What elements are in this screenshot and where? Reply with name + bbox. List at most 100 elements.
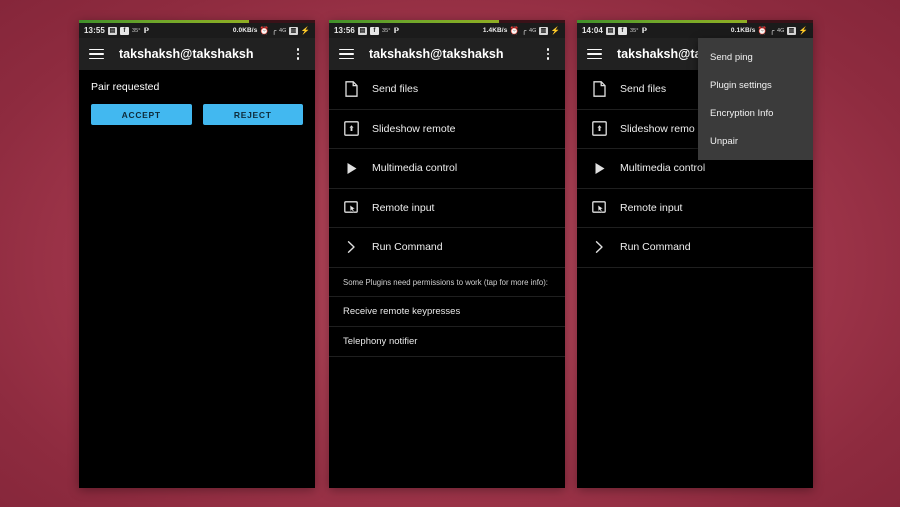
app-bar: takshaksh@takshaksh	[329, 38, 565, 70]
pair-request-panel: Pair requested ACCEPT REJECT	[79, 70, 315, 125]
chevron-right-icon	[591, 239, 608, 256]
permission-row-receive-remote-keypresses[interactable]: Receive remote keypresses	[329, 296, 565, 326]
4g-icon: 4G	[279, 27, 287, 34]
screen-body: Send files Slideshow remote Multimedia c…	[329, 70, 565, 488]
facebook-icon: f	[617, 26, 627, 35]
chevron-right-icon	[343, 239, 360, 256]
pair-request-buttons: ACCEPT REJECT	[91, 104, 303, 125]
touchpad-cursor-icon	[591, 199, 608, 216]
presentation-icon	[591, 120, 608, 137]
notification-progress-strip	[329, 20, 565, 23]
parking-icon: 𝗣	[641, 26, 648, 35]
facebook-icon: f	[119, 26, 129, 35]
sim2-icon: ▥	[787, 26, 797, 35]
facebook-icon: f	[369, 26, 379, 35]
app-bar: takshaksh@takshaksh	[79, 38, 315, 70]
pair-request-message: Pair requested	[91, 81, 160, 93]
overflow-dropdown-menu: Send ping Plugin settings Encryption Inf…	[698, 38, 813, 160]
hamburger-icon[interactable]	[89, 48, 104, 60]
sim-icon: ▤	[107, 26, 117, 35]
menu-item-encryption-info[interactable]: Encryption Info	[698, 99, 813, 127]
plugin-row-slideshow-remote[interactable]: Slideshow remote	[329, 110, 565, 149]
status-bar: 13:56 ▤ f 35° 𝗣 1.4KB/s ⏰ ╭ 4G ▥ ⚡	[329, 23, 565, 38]
menu-item-unpair[interactable]: Unpair	[698, 127, 813, 155]
plugin-list: Send files Slideshow remote Multimedia c…	[329, 70, 565, 268]
signal-icon: ╭	[769, 26, 775, 35]
plugin-row-run-command[interactable]: Run Command	[329, 228, 565, 268]
plugin-row-send-files[interactable]: Send files	[329, 70, 565, 110]
screen-body: Pair requested ACCEPT REJECT	[79, 70, 315, 488]
parking-icon: 𝗣	[143, 26, 150, 35]
sim-icon: ▤	[605, 26, 615, 35]
battery-icon: ⚡	[798, 26, 808, 35]
permission-label: Telephony notifier	[343, 336, 418, 348]
permission-label: Receive remote keypresses	[343, 306, 461, 318]
status-bar: 14:04 ▤ f 35° 𝗣 0.1KB/s ⏰ ╭ 4G ▥ ⚡	[577, 23, 813, 38]
menu-item-send-ping[interactable]: Send ping	[698, 43, 813, 71]
file-document-icon	[343, 81, 360, 98]
plugin-row-remote-input[interactable]: Remote input	[329, 189, 565, 228]
status-bar-left: 14:04 ▤ f 35° 𝗣	[582, 26, 647, 35]
plugin-row-run-command[interactable]: Run Command	[577, 228, 813, 268]
page-title: takshaksh@ta	[617, 47, 702, 61]
sim-icon: ▤	[357, 26, 367, 35]
temperature-icon: 35°	[381, 27, 391, 34]
status-time: 13:56	[334, 26, 355, 35]
status-time: 13:55	[84, 26, 105, 35]
screenshot-stage: 13:55 ▤ f 35° 𝗣 0.0KB/s ⏰ ╭ 4G ▥ ⚡ taksh…	[0, 0, 900, 507]
status-bar-left: 13:56 ▤ f 35° 𝗣	[334, 26, 399, 35]
progress-fill	[577, 20, 747, 23]
plugin-label: Remote input	[372, 201, 435, 214]
play-triangle-icon	[591, 160, 608, 177]
plugin-row-remote-input[interactable]: Remote input	[577, 189, 813, 228]
plugin-label: Run Command	[372, 241, 443, 254]
plugin-row-multimedia-control[interactable]: Multimedia control	[329, 149, 565, 189]
network-speed: 0.1KB/s	[730, 27, 756, 34]
accept-button[interactable]: ACCEPT	[91, 104, 192, 125]
overflow-menu-icon[interactable]	[291, 44, 305, 64]
plugin-label: Run Command	[620, 241, 691, 254]
presentation-icon	[343, 120, 360, 137]
phone-pair-request: 13:55 ▤ f 35° 𝗣 0.0KB/s ⏰ ╭ 4G ▥ ⚡ taksh…	[79, 20, 315, 488]
progress-fill	[79, 20, 249, 23]
permissions-note[interactable]: Some Plugins need permissions to work (t…	[329, 268, 565, 297]
plugin-label: Send files	[620, 83, 667, 96]
touchpad-cursor-icon	[343, 199, 360, 216]
plugin-label: Send files	[372, 83, 419, 96]
plugin-label: Remote input	[620, 201, 683, 214]
alarm-icon: ⏰	[757, 26, 768, 35]
parking-icon: 𝗣	[393, 26, 400, 35]
notification-progress-strip	[577, 20, 813, 23]
signal-icon: ╭	[521, 26, 527, 35]
temperature-icon: 35°	[131, 27, 141, 34]
hamburger-icon[interactable]	[339, 48, 354, 60]
network-speed: 0.0KB/s	[232, 27, 258, 34]
overflow-menu-icon[interactable]	[541, 44, 555, 64]
sim2-icon: ▥	[539, 26, 549, 35]
page-title: takshaksh@takshaksh	[369, 47, 504, 61]
file-document-icon	[591, 81, 608, 98]
permission-row-telephony-notifier[interactable]: Telephony notifier	[329, 326, 565, 358]
battery-icon: ⚡	[550, 26, 560, 35]
signal-icon: ╭	[271, 26, 277, 35]
status-bar-left: 13:55 ▤ f 35° 𝗣	[84, 26, 149, 35]
plugin-label: Slideshow remo	[620, 122, 695, 135]
plugin-label: Slideshow remote	[372, 122, 456, 135]
hamburger-icon[interactable]	[587, 48, 602, 60]
4g-icon: 4G	[529, 27, 537, 34]
plugin-label: Multimedia control	[372, 162, 458, 175]
plugin-label: Multimedia control	[620, 162, 706, 175]
status-bar-right: 0.0KB/s ⏰ ╭ 4G ▥ ⚡	[233, 26, 310, 35]
phone-plugin-list: 13:56 ▤ f 35° 𝗣 1.4KB/s ⏰ ╭ 4G ▥ ⚡ taksh…	[329, 20, 565, 488]
temperature-icon: 35°	[629, 27, 639, 34]
alarm-icon: ⏰	[509, 26, 520, 35]
status-bar: 13:55 ▤ f 35° 𝗣 0.0KB/s ⏰ ╭ 4G ▥ ⚡	[79, 23, 315, 38]
progress-fill	[329, 20, 499, 23]
reject-button[interactable]: REJECT	[202, 104, 303, 125]
battery-icon: ⚡	[300, 26, 310, 35]
page-title: takshaksh@takshaksh	[119, 47, 254, 61]
sim2-icon: ▥	[289, 26, 299, 35]
menu-item-plugin-settings[interactable]: Plugin settings	[698, 71, 813, 99]
4g-icon: 4G	[777, 27, 785, 34]
play-triangle-icon	[343, 160, 360, 177]
